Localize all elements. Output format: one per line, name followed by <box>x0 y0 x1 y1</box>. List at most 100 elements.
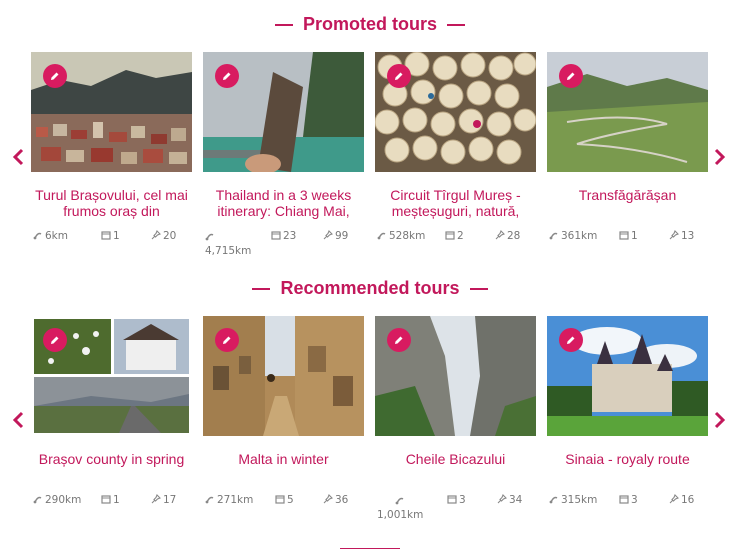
route-icon <box>377 232 386 240</box>
tour-card[interactable]: Thailand in a 3 weeks itinerary: Chiang … <box>203 52 364 257</box>
tour-title[interactable]: Thailand in a 3 weeks itinerary: Chiang … <box>203 187 364 219</box>
tour-thumbnail[interactable] <box>31 52 192 172</box>
distance-value: 315km <box>561 494 598 506</box>
pins-stat: 36 <box>323 494 348 506</box>
days-value: 23 <box>283 230 297 242</box>
route-icon <box>205 233 214 241</box>
days-stat: 2 <box>445 230 464 242</box>
promoted-title-text: Promoted tours <box>302 14 437 34</box>
pin-icon <box>323 230 333 240</box>
pencil-icon <box>395 336 403 344</box>
tour-thumbnail[interactable] <box>31 316 192 436</box>
edit-button[interactable] <box>387 328 411 352</box>
route-icon <box>33 232 42 240</box>
title-dash-right <box>447 24 465 27</box>
tour-thumbnail[interactable] <box>203 316 364 436</box>
edit-button[interactable] <box>43 64 67 88</box>
tour-title[interactable]: Circuit Tîrgul Mureș - meșteșuguri, natu… <box>375 187 536 219</box>
distance-value: 6km <box>45 230 68 242</box>
next-section-title-cut <box>0 541 740 549</box>
recommended-prev-button[interactable] <box>12 411 26 429</box>
pin-icon <box>151 230 161 240</box>
tour-card[interactable]: Cheile Bicazului 1,001km 3 34 <box>375 316 536 521</box>
pins-value: 20 <box>163 230 177 242</box>
distance-stat: 290km <box>33 494 81 506</box>
pins-value: 17 <box>163 494 177 506</box>
pins-stat: 17 <box>151 494 176 506</box>
edit-button[interactable] <box>43 328 67 352</box>
promoted-prev-button[interactable] <box>12 148 26 166</box>
pins-value: 34 <box>509 494 523 506</box>
tour-card[interactable]: Malta in winter 271km 5 36 <box>203 316 364 506</box>
chevron-left-icon <box>12 148 24 166</box>
distance-value: 528km <box>389 230 426 242</box>
calendar-icon <box>445 231 455 240</box>
pencil-icon <box>395 72 403 80</box>
tour-title[interactable]: Turul Brașovului, cel mai frumos oraș di… <box>31 187 192 219</box>
days-value: 3 <box>631 494 638 506</box>
pin-icon <box>497 494 507 504</box>
chevron-right-icon <box>714 411 726 429</box>
tour-card[interactable]: Transfăgărășan 361km 1 13 <box>547 52 708 242</box>
distance-stat: 315km <box>549 494 597 506</box>
edit-button[interactable] <box>215 328 239 352</box>
tour-card[interactable]: Circuit Tîrgul Mureș - meșteșuguri, natu… <box>375 52 536 242</box>
days-stat: 1 <box>101 494 120 506</box>
days-value: 3 <box>459 494 466 506</box>
pins-value: 99 <box>335 230 349 242</box>
tour-thumbnail[interactable] <box>547 52 708 172</box>
tour-thumbnail[interactable] <box>375 52 536 172</box>
tour-thumbnail[interactable] <box>547 316 708 436</box>
distance-stat: 6km <box>33 230 68 242</box>
edit-button[interactable] <box>387 64 411 88</box>
distance-value: 361km <box>561 230 598 242</box>
pins-value: 36 <box>335 494 349 506</box>
route-icon <box>395 497 404 505</box>
calendar-icon <box>619 495 629 504</box>
days-stat: 1 <box>101 230 120 242</box>
distance-value: 290km <box>45 494 82 506</box>
pins-stat: 99 <box>323 230 348 242</box>
distance-value: 271km <box>217 494 254 506</box>
distance-value: 1,001km <box>377 509 424 521</box>
pins-stat: 28 <box>495 230 520 242</box>
pin-icon <box>323 494 333 504</box>
tour-card[interactable]: Brașov county in spring 290km 1 17 <box>31 316 192 506</box>
edit-button[interactable] <box>215 64 239 88</box>
route-icon <box>33 496 42 504</box>
pin-icon <box>151 494 161 504</box>
pins-value: 28 <box>507 230 521 242</box>
edit-button[interactable] <box>559 328 583 352</box>
calendar-icon <box>275 495 285 504</box>
days-value: 5 <box>287 494 294 506</box>
tour-thumbnail[interactable] <box>375 316 536 436</box>
days-stat: 1 <box>619 230 638 242</box>
tour-title[interactable]: Sinaia - royaly route <box>547 451 708 483</box>
tour-card[interactable]: Turul Brașovului, cel mai frumos oraș di… <box>31 52 192 242</box>
promoted-next-button[interactable] <box>712 148 726 166</box>
route-icon <box>205 496 214 504</box>
distance-stat: 528km <box>377 230 425 242</box>
pins-stat: 20 <box>151 230 176 242</box>
pencil-icon <box>567 72 575 80</box>
days-value: 2 <box>457 230 464 242</box>
tour-thumbnail[interactable] <box>203 52 364 172</box>
tour-title[interactable]: Transfăgărășan <box>547 187 708 219</box>
calendar-icon <box>619 231 629 240</box>
edit-button[interactable] <box>559 64 583 88</box>
pencil-icon <box>51 72 59 80</box>
chevron-right-icon <box>714 148 726 166</box>
calendar-icon <box>271 231 281 240</box>
distance-stat: 361km <box>549 230 597 242</box>
tour-title[interactable]: Cheile Bicazului <box>375 451 536 483</box>
calendar-icon <box>447 495 457 504</box>
pencil-icon <box>223 72 231 80</box>
title-dash-left <box>274 24 293 27</box>
tour-card[interactable]: Sinaia - royaly route 315km 3 16 <box>547 316 708 506</box>
recommended-next-button[interactable] <box>712 411 726 429</box>
title-dash-left <box>252 288 271 291</box>
tour-title[interactable]: Malta in winter <box>203 451 364 483</box>
days-value: 1 <box>113 230 120 242</box>
tour-title[interactable]: Brașov county in spring <box>31 451 192 483</box>
days-stat: 3 <box>447 494 466 506</box>
